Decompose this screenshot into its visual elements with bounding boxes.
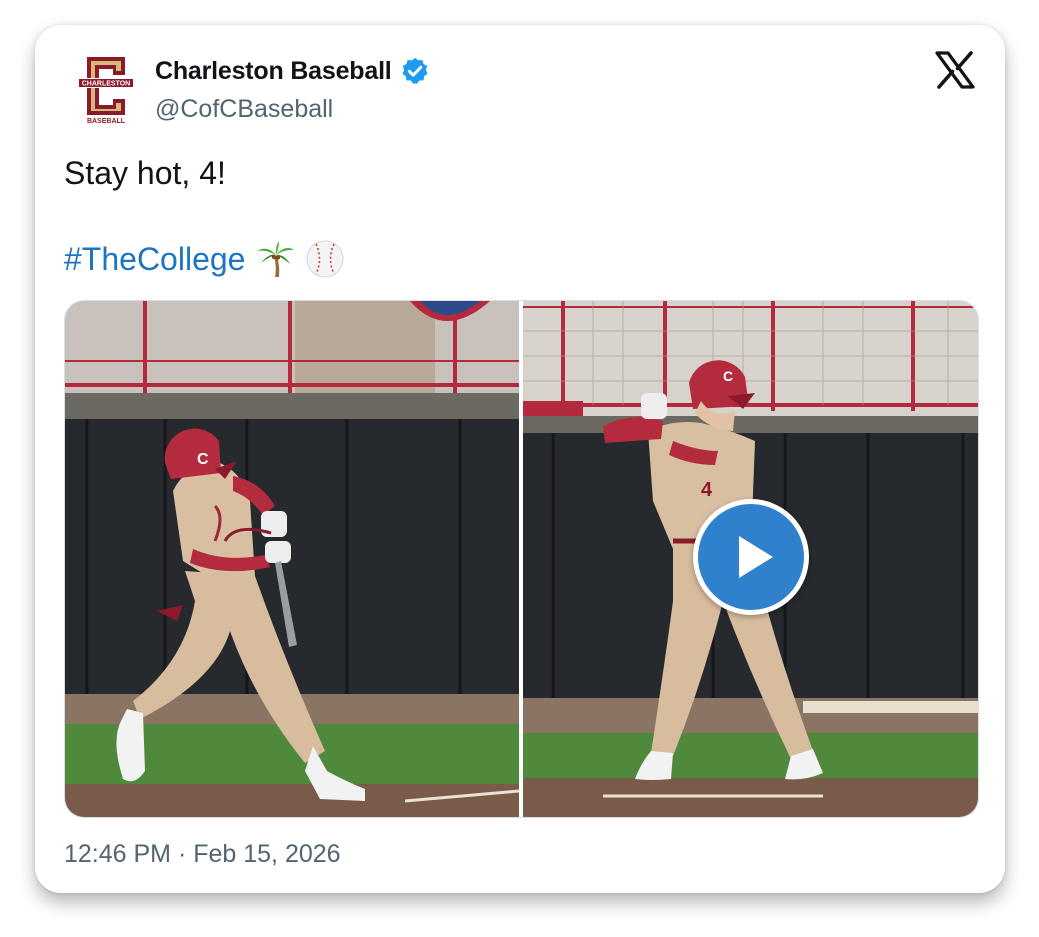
verified-badge-icon	[402, 57, 428, 84]
media-grid: C C 4	[64, 300, 979, 818]
x-logo-icon[interactable]	[935, 51, 975, 89]
account-avatar[interactable]: CHARLESTON BASEBALL	[79, 53, 133, 125]
account-handle[interactable]: @CofCBaseball	[155, 95, 333, 124]
tweet-timestamp[interactable]: 12:46 PM · Feb 15, 2026	[64, 840, 341, 869]
video-play-button[interactable]	[693, 499, 809, 615]
helmet-letter-right: C	[723, 368, 733, 384]
tweet-text: Stay hot, 4!	[64, 155, 226, 191]
media-video-stance[interactable]: C 4	[523, 301, 978, 817]
play-icon	[739, 536, 773, 578]
avatar-text-bottom: BASEBALL	[87, 118, 126, 125]
tweet-card[interactable]: CHARLESTON BASEBALL Charleston Baseball …	[35, 25, 1005, 893]
jersey-number: 4	[701, 479, 713, 501]
charleston-logo: CHARLESTON BASEBALL	[79, 57, 133, 125]
display-name[interactable]: Charleston Baseball	[155, 57, 392, 86]
baseball-icon	[306, 240, 344, 278]
photo-batter-swing: C	[65, 301, 519, 817]
hashtag-row: #TheCollege	[64, 236, 345, 282]
palm-tree-icon	[257, 241, 295, 277]
hashtag-link[interactable]: #TheCollege	[64, 241, 245, 278]
name-row: Charleston Baseball	[155, 55, 430, 87]
avatar-text-top: CHARLESTON	[82, 81, 130, 88]
helmet-letter-left: C	[197, 451, 209, 468]
media-photo-swing[interactable]: C	[65, 301, 519, 817]
